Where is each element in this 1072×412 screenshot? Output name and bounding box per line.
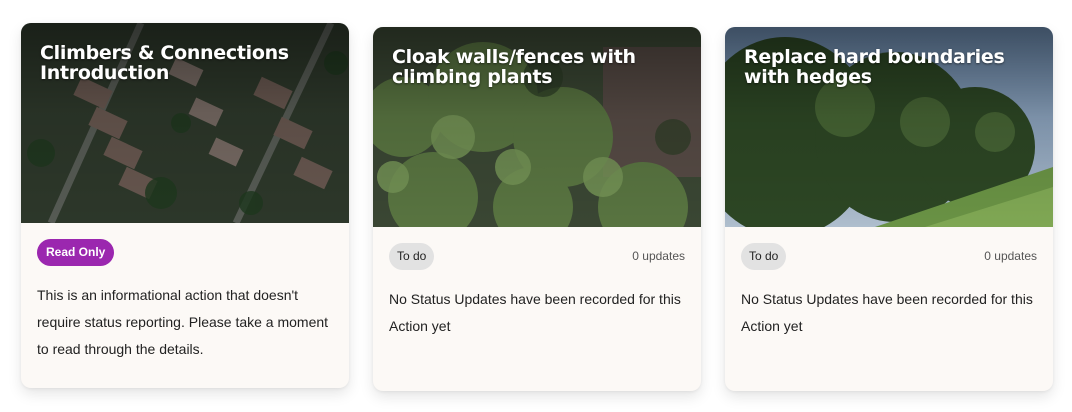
card-title: Cloak walls/fences with climbing plants (392, 46, 636, 88)
status-message: No Status Updates have been recorded for… (389, 291, 681, 334)
card-hero-image: Climbers & Connections Introduction (21, 23, 349, 223)
card-description: This is an informational action that doe… (37, 287, 329, 357)
status-badge: To do (741, 243, 787, 270)
status-message: No Status Updates have been recorded for… (741, 291, 1033, 334)
updates-count: 0 updates (984, 249, 1037, 263)
read-only-badge: Read Only (37, 239, 115, 266)
status-badge: To do (389, 243, 435, 270)
action-card-replace-boundaries[interactable]: Replace hard boundaries with hedges To d… (725, 27, 1053, 391)
card-hero-image: Replace hard boundaries with hedges (725, 27, 1053, 227)
card-title: Replace hard boundaries with hedges (744, 46, 1005, 88)
card-hero-image: Cloak walls/fences with climbing plants (373, 27, 701, 227)
action-card-cloak-walls[interactable]: Cloak walls/fences with climbing plants … (373, 27, 701, 391)
action-card-climbers-connections[interactable]: Climbers & Connections Introduction Read… (21, 23, 349, 388)
action-cards-grid: Climbers & Connections Introduction Read… (0, 0, 1072, 412)
updates-count: 0 updates (632, 249, 685, 263)
card-title: Climbers & Connections Introduction (40, 42, 289, 84)
